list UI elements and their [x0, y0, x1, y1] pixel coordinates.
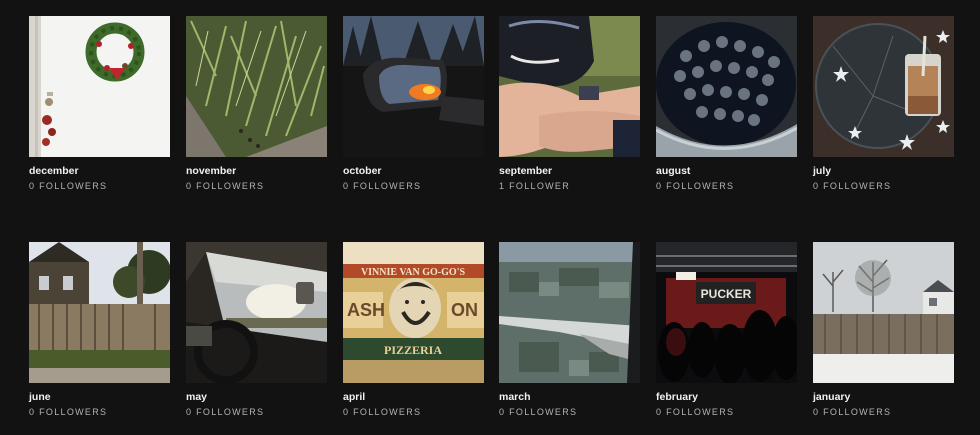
follower-count: 0 FOLLOWERS — [656, 181, 735, 191]
pizzeria-sign-photo[interactable]: VINNIE VAN GO-GO'S ASH ON PIZZERIA — [343, 242, 484, 383]
snowy-yard-photo[interactable] — [813, 242, 954, 383]
playlist-name[interactable]: april — [343, 391, 365, 403]
follower-count: 0 FOLLOWERS — [343, 181, 422, 191]
follower-count: 0 FOLLOWERS — [29, 407, 108, 417]
car-mirror-sunset-photo[interactable] — [343, 16, 484, 157]
follower-count: 0 FOLLOWERS — [343, 407, 422, 417]
follower-count: 0 FOLLOWERS — [186, 407, 265, 417]
stage-banner-text: PUCKER — [701, 287, 752, 301]
iced-coffee-table-photo[interactable] — [813, 16, 954, 157]
wreath-door-photo[interactable] — [29, 16, 170, 157]
playlist-name[interactable]: september — [499, 165, 552, 177]
playlist-name[interactable]: july — [813, 165, 831, 177]
concert-stage-photo[interactable]: PUCKER — [656, 242, 797, 383]
car-interior-photo[interactable] — [186, 242, 327, 383]
playlist-name[interactable]: june — [29, 391, 51, 403]
playlist-name[interactable]: march — [499, 391, 531, 403]
bowl-of-cans-photo[interactable] — [656, 16, 797, 157]
follower-count: 1 FOLLOWER — [499, 181, 571, 191]
follower-count: 0 FOLLOWERS — [499, 407, 578, 417]
sign-bottom-text: PIZZERIA — [384, 343, 442, 357]
playlist-name[interactable]: november — [186, 165, 236, 177]
legs-sneakers-photo[interactable] — [499, 16, 640, 157]
playlist-name[interactable]: january — [813, 391, 850, 403]
follower-count: 0 FOLLOWERS — [656, 407, 735, 417]
playlist-name[interactable]: october — [343, 165, 382, 177]
follower-count: 0 FOLLOWERS — [813, 181, 892, 191]
playlist-grid: december 0 FOLLOWERS november 0 FOLLOWER… — [0, 0, 980, 435]
house-fence-photo[interactable] — [29, 242, 170, 383]
playlist-name[interactable]: may — [186, 391, 207, 403]
playlist-name[interactable]: december — [29, 165, 79, 177]
airplane-window-photo[interactable] — [499, 242, 640, 383]
sign-top-text: VINNIE VAN GO-GO'S — [361, 267, 466, 278]
follower-count: 0 FOLLOWERS — [813, 407, 892, 417]
sign-left-text: ASH — [347, 300, 385, 320]
follower-count: 0 FOLLOWERS — [186, 181, 265, 191]
playlist-name[interactable]: august — [656, 165, 690, 177]
playlist-name[interactable]: february — [656, 391, 698, 403]
sign-right-text: ON — [451, 300, 478, 320]
grass-photo[interactable] — [186, 16, 327, 157]
follower-count: 0 FOLLOWERS — [29, 181, 108, 191]
